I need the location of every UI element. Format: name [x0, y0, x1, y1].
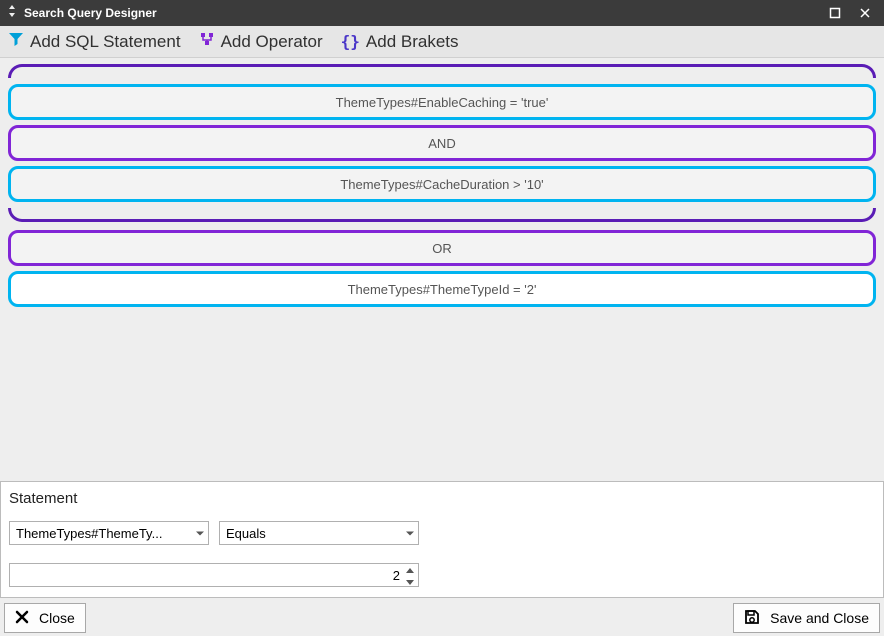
- add-operator-button[interactable]: Add Operator: [199, 31, 323, 52]
- save-and-close-button[interactable]: Save and Close: [733, 603, 880, 633]
- value-numeric-input[interactable]: 2: [9, 563, 419, 587]
- operator-clause[interactable]: AND: [8, 125, 876, 161]
- stepper-up-icon[interactable]: [404, 565, 416, 575]
- statement-editor: Statement ThemeTypes#ThemeTy... Equals 2: [0, 481, 884, 598]
- maximize-button[interactable]: [820, 0, 850, 26]
- title-bar: Search Query Designer: [0, 0, 884, 26]
- value-display: 2: [16, 568, 400, 583]
- resize-grip-icon: [6, 4, 18, 22]
- query-designer: ThemeTypes#EnableCaching = 'true' AND Th…: [0, 58, 884, 482]
- chevron-down-icon: [406, 526, 414, 541]
- close-icon: [15, 610, 29, 627]
- statement-header: Statement: [9, 490, 875, 507]
- add-brackets-button[interactable]: {} Add Brakets: [341, 32, 459, 52]
- brackets-icon: {}: [341, 32, 360, 51]
- add-operator-label: Add Operator: [221, 32, 323, 52]
- close-button[interactable]: Close: [4, 603, 86, 633]
- operator-icon: [199, 31, 215, 52]
- window-title: Search Query Designer: [24, 6, 157, 20]
- sql-clause[interactable]: ThemeTypes#CacheDuration > '10': [8, 166, 876, 202]
- operator-clause[interactable]: OR: [8, 230, 876, 266]
- close-button-label: Close: [39, 610, 75, 626]
- sql-clause-selected[interactable]: ThemeTypes#ThemeTypeId = '2': [8, 271, 876, 307]
- add-brackets-label: Add Brakets: [366, 32, 459, 52]
- save-icon: [744, 609, 760, 628]
- save-button-label: Save and Close: [770, 610, 869, 626]
- footer-bar: Close Save and Close: [0, 600, 884, 636]
- stepper-down-icon[interactable]: [404, 577, 416, 587]
- bracket-close[interactable]: [8, 208, 876, 222]
- sql-clause[interactable]: ThemeTypes#EnableCaching = 'true': [8, 84, 876, 120]
- operator-combobox[interactable]: Equals: [219, 521, 419, 545]
- add-sql-label: Add SQL Statement: [30, 32, 181, 52]
- add-sql-statement-button[interactable]: Add SQL Statement: [8, 31, 181, 52]
- toolbar: Add SQL Statement Add Operator {} Add Br…: [0, 26, 884, 58]
- operator-combobox-value: Equals: [226, 526, 266, 541]
- filter-icon: [8, 31, 24, 52]
- field-combobox[interactable]: ThemeTypes#ThemeTy...: [9, 521, 209, 545]
- bracket-open[interactable]: [8, 64, 876, 78]
- chevron-down-icon: [196, 526, 204, 541]
- close-window-button[interactable]: [850, 0, 880, 26]
- field-combobox-value: ThemeTypes#ThemeTy...: [16, 526, 162, 541]
